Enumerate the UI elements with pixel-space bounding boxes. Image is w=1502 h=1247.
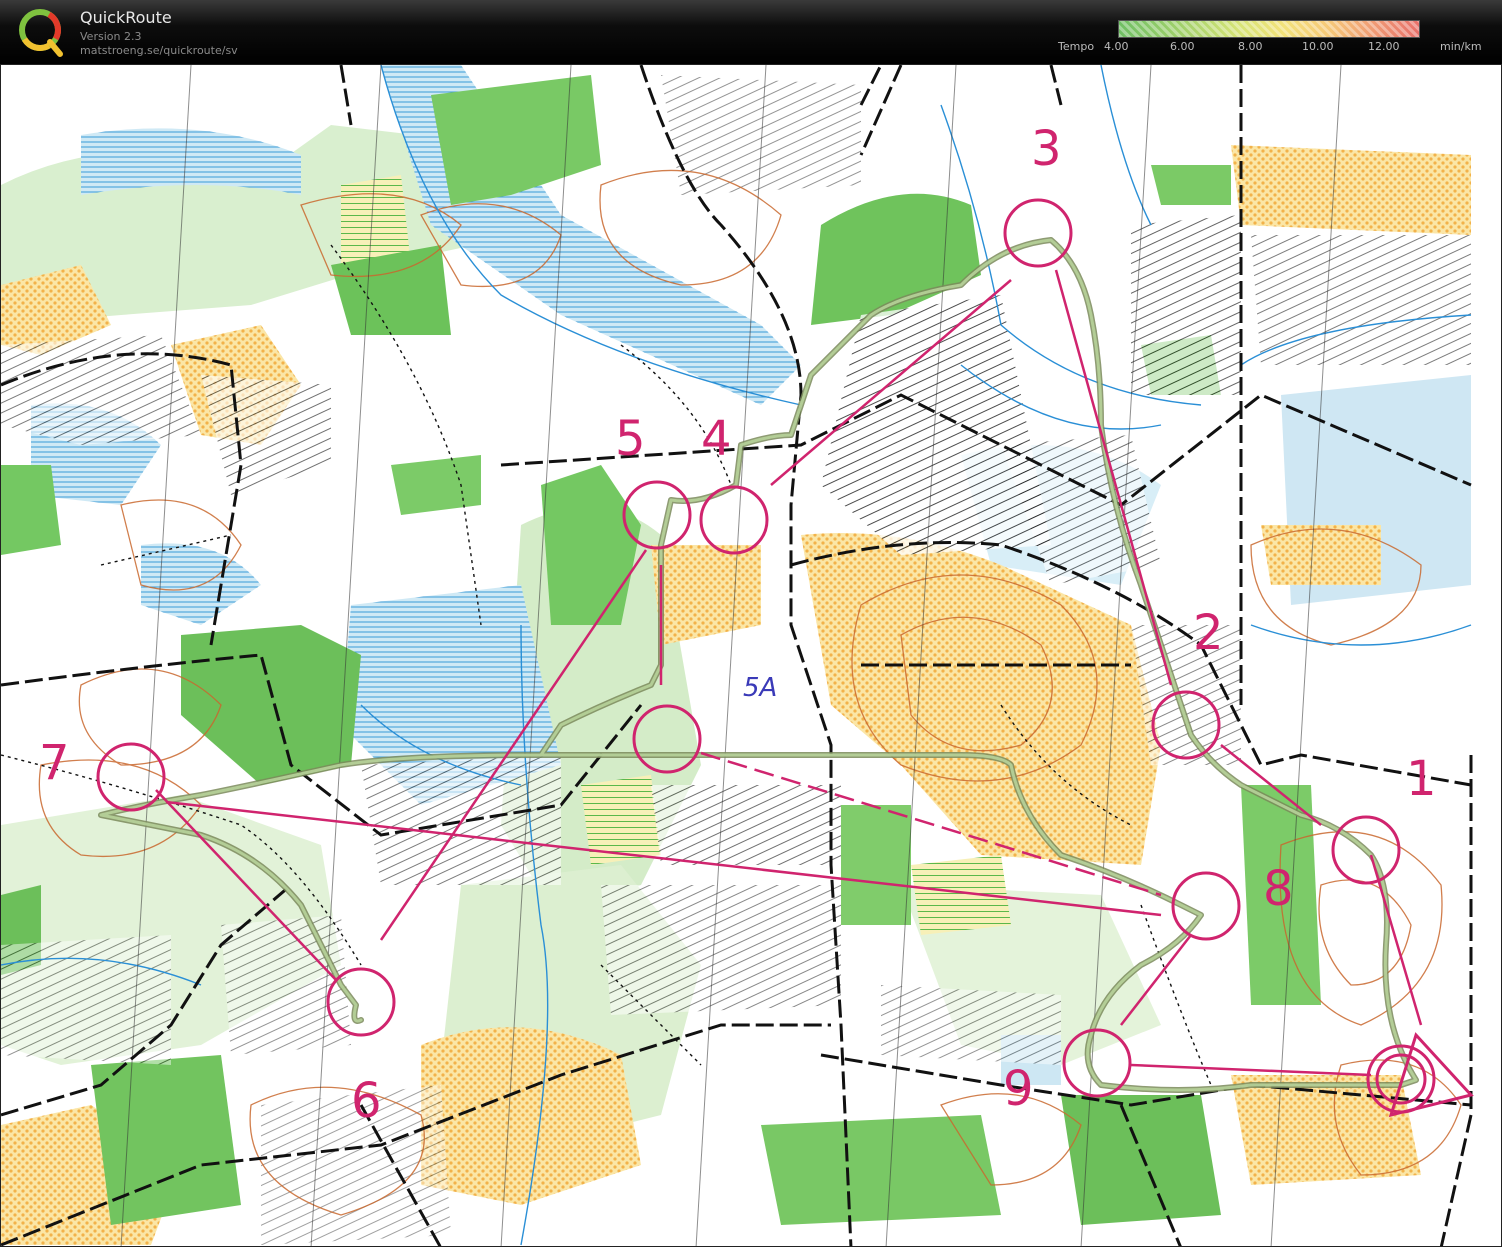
control-circle-3 [1003,198,1073,268]
control-number-9: 9 [1003,1061,1034,1117]
quickroute-logo-icon [19,9,63,57]
tempo-tick: 8.00 [1238,40,1263,53]
tempo-tick: 4.00 [1104,40,1129,53]
map-canvas [1,65,1474,1246]
control-number-7: 7 [39,735,70,791]
control-number-8: 8 [1263,861,1294,917]
control-number-2: 2 [1193,605,1224,661]
control-number-3: 3 [1031,121,1062,177]
tempo-tick: 10.00 [1302,40,1334,53]
tempo-tick: 6.00 [1170,40,1195,53]
tempo-unit: min/km [1440,40,1482,53]
control-number-4: 4 [701,411,732,467]
orienteering-map[interactable]: 1 2 3 4 5 5A 6 7 8 9 [0,64,1502,1247]
tempo-tick: 12.00 [1368,40,1400,53]
control-number-6: 6 [351,1073,382,1129]
app-url[interactable]: matstroeng.se/quickroute/sv [80,44,238,57]
app-title: QuickRoute [80,8,172,27]
control-number-1: 1 [1406,751,1437,807]
app-version: Version 2.3 [80,30,142,43]
control-circle-4 [699,485,769,555]
app-header: QuickRoute Version 2.3 matstroeng.se/qui… [0,0,1502,64]
control-number-5: 5 [615,411,646,467]
control-number-5a: 5A [743,673,778,703]
tempo-color-scale [1118,20,1420,38]
tempo-label: Tempo [1058,40,1095,53]
control-circle-7 [96,742,166,812]
